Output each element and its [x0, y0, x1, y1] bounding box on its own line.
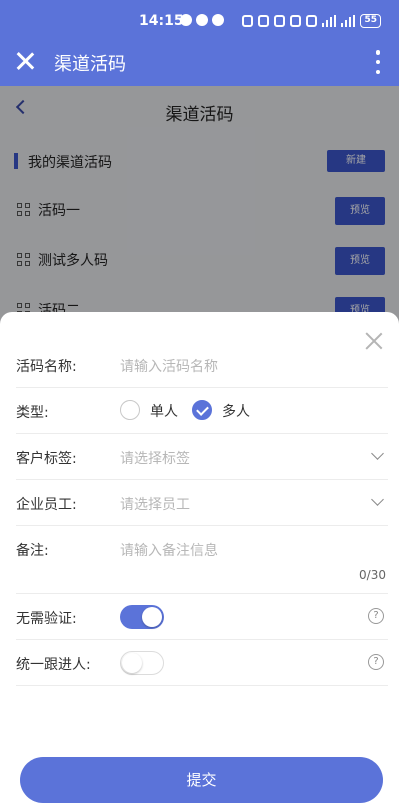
message-icon [212, 14, 224, 26]
submit-button[interactable]: 提交 [20, 757, 383, 803]
field-label: 无需验证: [16, 611, 77, 627]
chevron-down-icon[interactable] [371, 493, 384, 506]
app-title: 渠道活码 [54, 54, 126, 75]
radio-multi[interactable] [192, 400, 212, 420]
type-field: 类型: 单人 多人 [16, 388, 388, 434]
staff-field[interactable]: 企业员工: 请选择员工 [16, 480, 388, 526]
remark-input[interactable]: 请输入备注信息 [120, 540, 218, 560]
wifi-icon [306, 15, 318, 27]
help-icon[interactable]: ? [368, 654, 384, 670]
status-bar: 14:15 55 [0, 0, 399, 42]
unified-follow-field: 统一跟进人: ? [16, 640, 388, 686]
unified-follow-toggle[interactable] [120, 651, 164, 675]
customer-tag-field[interactable]: 客户标签: 请选择标签 [16, 434, 388, 480]
name-field[interactable]: 活码名称: 请输入活码名称 [16, 343, 388, 388]
remark-field[interactable]: 备注: 请输入备注信息 0/30 [16, 526, 388, 594]
mute-icon [290, 15, 302, 27]
no-verify-toggle[interactable] [120, 605, 164, 629]
field-label: 活码名称: [16, 359, 77, 375]
no-verify-field: 无需验证: ? [16, 594, 388, 640]
nfc-icon [242, 15, 254, 27]
system-icons: 55 [242, 14, 381, 28]
more-icon[interactable] [375, 50, 381, 74]
clock: 14:15 [139, 13, 184, 29]
wechat-icon [180, 14, 192, 26]
bluetooth-icon [274, 15, 286, 27]
notification-icons [180, 14, 224, 26]
close-icon[interactable] [14, 50, 36, 72]
field-label: 备注: [16, 543, 49, 559]
bottom-sheet: 活码名称: 请输入活码名称 类型: 单人 多人 客户标签: 请选择标签 企业员工… [0, 312, 399, 809]
customer-tag-select[interactable]: 请选择标签 [120, 448, 190, 468]
alarm-icon [258, 15, 270, 27]
signal-5g-icon [341, 15, 356, 27]
signal-icon [322, 15, 337, 27]
radio-single[interactable] [120, 400, 140, 420]
field-label: 类型: [16, 405, 49, 421]
staff-select[interactable]: 请选择员工 [120, 494, 190, 514]
name-input[interactable]: 请输入活码名称 [120, 356, 218, 376]
help-icon[interactable]: ? [368, 608, 384, 624]
app-header: 渠道活码 [0, 42, 399, 86]
app-notification-icon [196, 14, 208, 26]
radio-single-label[interactable]: 单人 [150, 401, 178, 421]
battery-icon: 55 [360, 14, 381, 28]
field-label: 企业员工: [16, 497, 77, 513]
char-counter: 0/30 [359, 568, 386, 582]
radio-multi-label[interactable]: 多人 [222, 401, 250, 421]
field-label: 统一跟进人: [16, 657, 91, 673]
field-label: 客户标签: [16, 451, 77, 467]
chevron-down-icon[interactable] [371, 447, 384, 460]
